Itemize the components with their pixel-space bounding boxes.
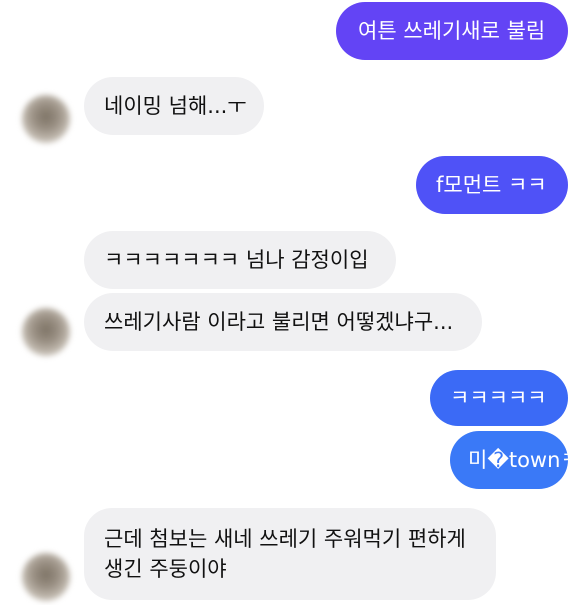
message-text: 여튼 쓰레기새로 불림 [358,19,546,43]
message-text-line-1: 근데 첨보는 새네 쓰레기 주워먹기 편하게 [104,527,466,551]
message-bubble-incoming[interactable]: ㅋㅋㅋㅋㅋㅋㅋ 넘나 감정이입 [84,231,396,289]
avatar[interactable] [22,308,70,356]
message-text-line-2: 생긴 주둥이야 [104,557,227,581]
message-text: 네이밍 넘해...ㅜ [104,94,247,118]
message-bubble-outgoing[interactable]: ㅋㅋㅋㅋㅋ [430,370,568,426]
message-text: ㅋㅋㅋㅋㅋㅋㅋ 넘나 감정이입 [104,248,369,272]
message-text: ㅋㅋㅋㅋㅋ [450,386,547,410]
avatar[interactable] [22,553,70,601]
message-bubble-outgoing[interactable]: 미�townㅋㅋ [450,431,580,489]
message-text: 미�townㅋㅋ [468,448,580,472]
message-bubble-outgoing[interactable]: 여튼 쓰레기새로 불림 [336,2,568,60]
message-text: f모먼트 ㅋㅋ [436,173,547,197]
message-bubble-incoming[interactable]: 근데 첨보는 새네 쓰레기 주워먹기 편하게 생긴 주둥이야 [84,508,496,600]
avatar[interactable] [22,95,70,143]
message-text: 쓰레기사람 이라고 불리면 어떻겠냐구... [104,310,454,334]
message-bubble-outgoing[interactable]: f모먼트 ㅋㅋ [416,156,568,214]
message-bubble-incoming[interactable]: 쓰레기사람 이라고 불리면 어떻겠냐구... [84,293,482,351]
message-bubble-incoming[interactable]: 네이밍 넘해...ㅜ [84,77,264,135]
